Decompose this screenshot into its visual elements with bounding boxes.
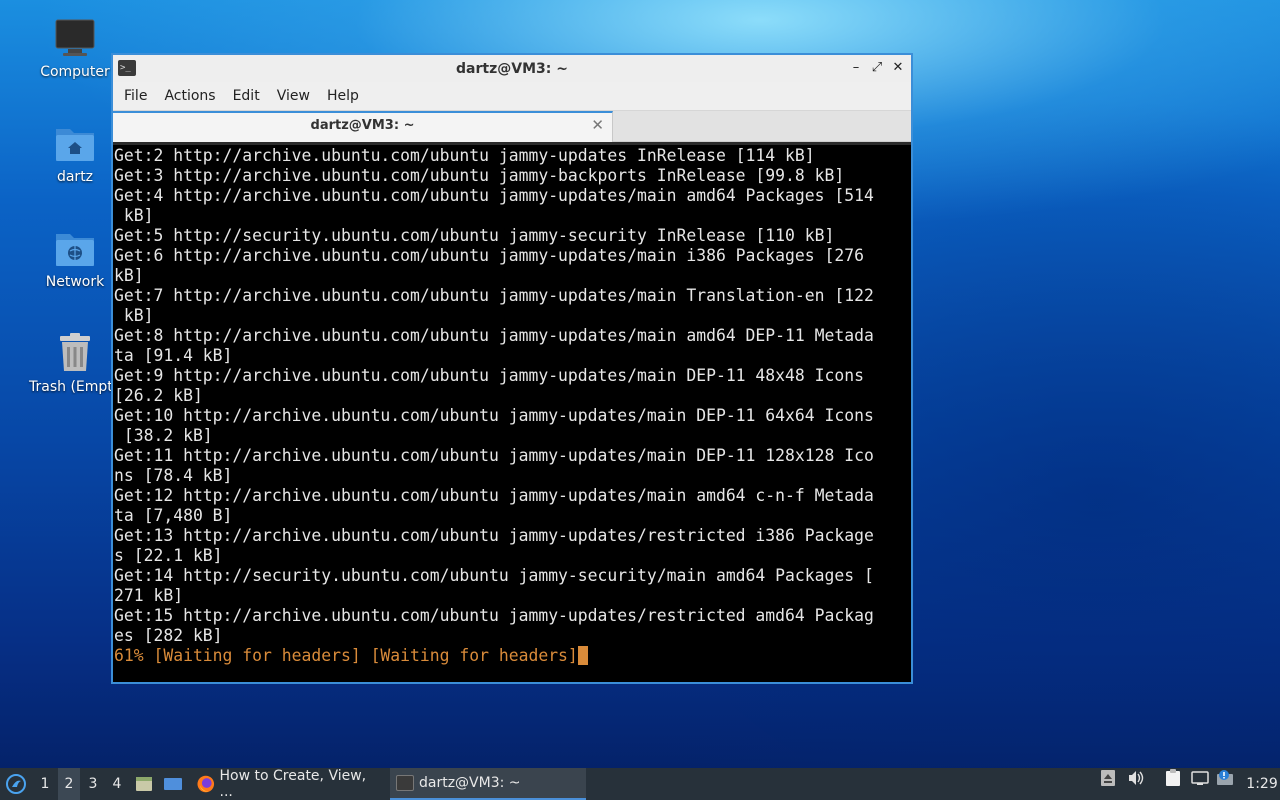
terminal-line: es [282 kB] [114, 626, 223, 645]
clock[interactable]: 1:29 [1246, 768, 1277, 800]
network-folder-icon [53, 228, 97, 268]
workspace-3[interactable]: 3 [82, 768, 104, 800]
desktop-icon-computer[interactable]: Computer [27, 18, 123, 80]
menu-bar: File Actions Edit View Help [113, 82, 911, 111]
menu-edit[interactable]: Edit [226, 88, 270, 104]
desktop-icon-trash[interactable]: Trash (Empty) [27, 333, 123, 395]
trash-icon [53, 333, 97, 373]
update-notifier-icon[interactable] [1215, 768, 1235, 788]
window-titlebar[interactable]: >_ dartz@VM3: ~ – ⤢ ✕ [113, 55, 911, 82]
terminal-line: Get:6 http://archive.ubuntu.com/ubuntu j… [114, 246, 864, 265]
tab-title: dartz@VM3: ~ [310, 118, 415, 133]
terminal-line: Get:4 http://archive.ubuntu.com/ubuntu j… [114, 186, 874, 205]
terminal-line: ta [7,480 B] [114, 506, 233, 525]
volume-icon[interactable] [1126, 768, 1146, 788]
menu-help[interactable]: Help [320, 88, 369, 104]
tab-terminal[interactable]: dartz@VM3: ~ ✕ [113, 111, 613, 142]
terminal-line: s [22.1 kB] [114, 546, 223, 565]
progress-text: 61% [Waiting for headers] [Waiting for h… [114, 646, 578, 665]
desktop-icon-network[interactable]: Network [27, 228, 123, 290]
terminal-window[interactable]: >_ dartz@VM3: ~ – ⤢ ✕ File Actions Edit … [111, 53, 913, 684]
desktop-icon-label: Network [45, 274, 105, 290]
terminal-line: Get:5 http://security.ubuntu.com/ubuntu … [114, 226, 835, 245]
computer-icon [53, 18, 97, 58]
desktop-icon-label: Trash (Empty) [29, 379, 111, 395]
terminal-line: Get:12 http://archive.ubuntu.com/ubuntu … [114, 486, 874, 505]
menu-actions[interactable]: Actions [157, 88, 225, 104]
terminal-line: Get:14 http://security.ubuntu.com/ubuntu… [114, 566, 874, 585]
menu-view[interactable]: View [270, 88, 320, 104]
task-label: How to Create, View, ... [219, 768, 367, 800]
workspace-4[interactable]: 4 [106, 768, 128, 800]
menu-file[interactable]: File [117, 88, 157, 104]
terminal-line: Get:2 http://archive.ubuntu.com/ubuntu j… [114, 146, 815, 165]
terminal-line: [26.2 kB] [114, 386, 203, 405]
terminal-line: kB] [114, 266, 144, 285]
minimize-button[interactable]: – [847, 58, 865, 78]
terminal-line: kB] [114, 206, 154, 225]
terminal-output[interactable]: Get:2 http://archive.ubuntu.com/ubuntu j… [113, 145, 911, 682]
clipboard-icon[interactable] [1163, 768, 1183, 788]
terminal-line: Get:13 http://archive.ubuntu.com/ubuntu … [114, 526, 874, 545]
terminal-line: ta [91.4 kB] [114, 346, 233, 365]
terminal-line: Get:9 http://archive.ubuntu.com/ubuntu j… [114, 366, 864, 385]
terminal-icon [396, 775, 414, 791]
desktop-icon-label: Computer [40, 64, 110, 80]
workspace-1[interactable]: 1 [34, 768, 56, 800]
show-desktop-icon [164, 778, 182, 790]
terminal-cursor [577, 646, 588, 665]
home-folder-icon [53, 123, 97, 163]
terminal-line: Get:7 http://archive.ubuntu.com/ubuntu j… [114, 286, 874, 305]
close-button[interactable]: ✕ [889, 58, 907, 78]
lubuntu-logo-icon [6, 774, 26, 794]
terminal-line: [38.2 kB] [114, 426, 213, 445]
quicklaunch-file-manager[interactable] [134, 768, 154, 800]
terminal-line: Get:10 http://archive.ubuntu.com/ubuntu … [114, 406, 874, 425]
file-manager-icon [136, 777, 152, 791]
terminal-app-icon: >_ [118, 60, 136, 76]
task-terminal[interactable]: dartz@VM3: ~ [390, 768, 586, 800]
terminal-line: Get:8 http://archive.ubuntu.com/ubuntu j… [114, 326, 874, 345]
terminal-line: 271 kB] [114, 586, 184, 605]
terminal-line: Get:11 http://archive.ubuntu.com/ubuntu … [114, 446, 874, 465]
terminal-line: ns [78.4 kB] [114, 466, 233, 485]
progress-line: 61% [Waiting for headers] [Waiting for h… [114, 646, 911, 666]
workspace-2[interactable]: 2 [58, 768, 80, 800]
tab-close-icon[interactable]: ✕ [591, 116, 604, 134]
terminal-line: Get:3 http://archive.ubuntu.com/ubuntu j… [114, 166, 845, 185]
task-label: dartz@VM3: ~ [419, 775, 521, 791]
app-menu-button[interactable] [4, 768, 28, 800]
desktop-icon-label: dartz [56, 169, 94, 185]
desktop-icon-home[interactable]: dartz [27, 123, 123, 185]
network-status-icon[interactable] [1190, 768, 1210, 788]
terminal-line: kB] [114, 306, 154, 325]
quicklaunch-show-desktop[interactable] [162, 768, 184, 800]
task-firefox[interactable]: How to Create, View, ... [190, 768, 386, 800]
window-title: dartz@VM3: ~ [456, 60, 568, 77]
tray-eject-icon[interactable] [1098, 768, 1118, 788]
taskbar: 1 2 3 4 How to Create, View, ... dartz@V… [0, 768, 1280, 800]
tab-bar: dartz@VM3: ~ ✕ [113, 111, 911, 142]
maximize-button[interactable]: ⤢ [868, 58, 886, 78]
terminal-line: Get:15 http://archive.ubuntu.com/ubuntu … [114, 606, 874, 625]
firefox-icon [197, 775, 215, 793]
